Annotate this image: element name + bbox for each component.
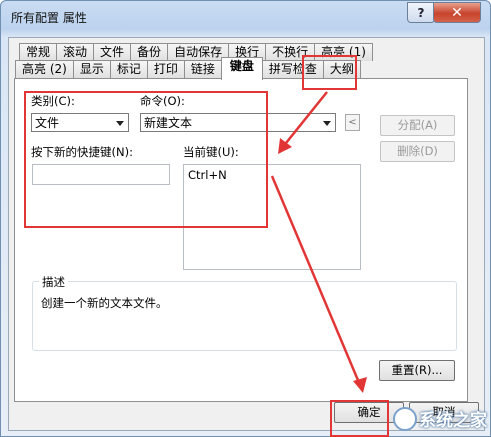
- tab-scroll[interactable]: 滚动: [56, 43, 95, 61]
- command-select[interactable]: 新建文本: [140, 113, 336, 132]
- new-shortcut-input[interactable]: [32, 164, 170, 185]
- tab-links[interactable]: 链接: [183, 60, 222, 78]
- tab-general[interactable]: 常规: [19, 43, 58, 61]
- tab-spellcheck[interactable]: 拼写检查: [261, 60, 324, 78]
- tab-nowrap[interactable]: 不换行: [265, 43, 316, 61]
- category-label: 类别(C):: [31, 94, 75, 108]
- previous-command-button[interactable]: <: [345, 114, 360, 131]
- command-label: 命令(O):: [140, 94, 185, 108]
- assign-button[interactable]: 分配(A): [380, 115, 455, 136]
- keyboard-tab-page: 类别(C): 文件 命令(O): 新建文本 < 分配(A) 删除(D) 按下新的…: [14, 78, 468, 402]
- current-keys-label: 当前键(U):: [183, 145, 239, 159]
- tab-file[interactable]: 文件: [93, 43, 132, 61]
- watermark-text: 系统之家: [419, 411, 487, 431]
- chevron-down-icon: [323, 121, 331, 126]
- list-item[interactable]: Ctrl+N: [188, 168, 356, 182]
- window-title: 所有配置 属性: [11, 11, 87, 25]
- command-value: 新建文本: [144, 116, 193, 130]
- category-value: 文件: [35, 116, 60, 130]
- new-shortcut-label: 按下新的快捷键(N):: [31, 145, 133, 159]
- tab-highlight-1[interactable]: 高亮 (1): [314, 43, 373, 61]
- chevron-down-icon: [116, 121, 124, 126]
- help-button[interactable]: ?: [407, 2, 435, 23]
- description-label: 描述: [39, 274, 68, 290]
- tab-highlight-2[interactable]: 高亮 (2): [15, 60, 74, 78]
- tab-print[interactable]: 打印: [146, 60, 185, 78]
- tab-autosave[interactable]: 自动保存: [167, 43, 230, 61]
- watermark: 系统之家: [393, 406, 487, 431]
- close-icon: ✕: [451, 4, 463, 21]
- delete-button[interactable]: 删除(D): [380, 141, 455, 162]
- tab-keyboard[interactable]: 键盘: [220, 57, 263, 80]
- watermark-logo-icon: [393, 406, 417, 431]
- close-button[interactable]: ✕: [433, 2, 481, 23]
- description-group: 描述 创建一个新的文本文件。: [32, 274, 457, 351]
- category-select[interactable]: 文件: [31, 113, 129, 132]
- help-icon: ?: [417, 5, 425, 20]
- title-bar: 所有配置 属性 ? ✕: [1, 1, 490, 35]
- tab-row-2: 高亮 (2) 显示 标记 打印 链接 键盘 拼写检查 大纲: [15, 57, 361, 80]
- tab-markers[interactable]: 标记: [109, 60, 148, 78]
- tab-backup[interactable]: 备份: [130, 43, 169, 61]
- tab-display[interactable]: 显示: [72, 60, 111, 78]
- tab-outline[interactable]: 大纲: [322, 60, 361, 78]
- description-text: 创建一个新的文本文件。: [41, 296, 168, 310]
- reset-button[interactable]: 重置(R)...: [379, 360, 455, 381]
- current-keys-list[interactable]: Ctrl+N: [183, 164, 361, 270]
